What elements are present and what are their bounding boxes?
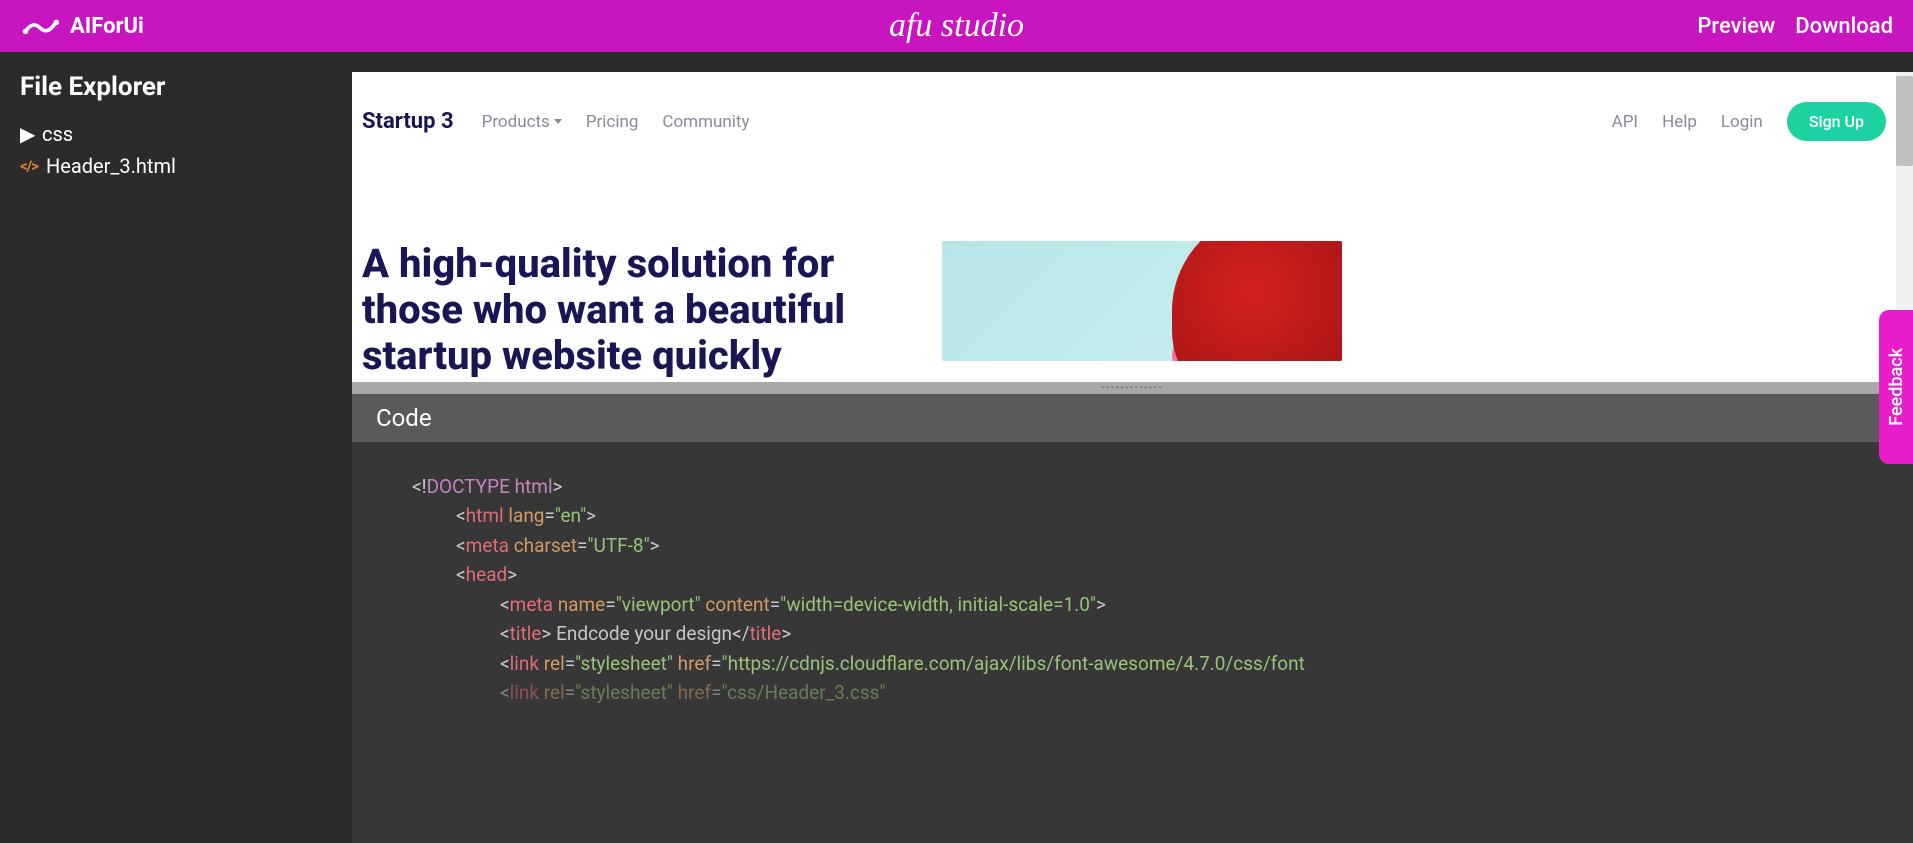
nav-products-label: Products <box>482 112 550 132</box>
logo-icon <box>20 12 60 40</box>
tok: "UTF-8" <box>587 534 649 557</box>
nav-products[interactable]: Products <box>482 112 562 132</box>
chevron-down-icon <box>554 119 562 124</box>
nav-pricing[interactable]: Pricing <box>586 112 639 132</box>
chevron-right-icon: ▶ <box>20 122 34 146</box>
tok: "en" <box>555 504 586 527</box>
tok: link <box>510 681 539 704</box>
preview-brand: Startup 3 <box>362 109 454 134</box>
tok: meta <box>466 534 509 557</box>
tok: "css/Header_3.css" <box>722 681 886 704</box>
html-file-icon: </> <box>20 157 38 175</box>
scrollbar-thumb[interactable] <box>1896 76 1913 166</box>
studio-title: afu studio <box>889 7 1024 45</box>
feedback-label: Feedback <box>1886 348 1907 426</box>
tok: <! <box>412 475 427 498</box>
brand-label[interactable]: AIForUi <box>70 14 144 39</box>
tok: html <box>466 504 504 527</box>
tok: Endcode your design <box>551 622 732 645</box>
topbar-left: AIForUi <box>20 12 144 40</box>
tok: href <box>678 681 711 704</box>
hero-headline: A high-quality solution for those who wa… <box>362 241 902 379</box>
preview-pane: Startup 3 Products Pricing Community API… <box>352 72 1896 382</box>
nav-community[interactable]: Community <box>662 112 749 132</box>
tok: lang <box>508 504 544 527</box>
tok: title <box>750 622 782 645</box>
preview-nav: Startup 3 Products Pricing Community API… <box>352 72 1896 141</box>
tree-file-header3[interactable]: </> Header_3.html <box>20 150 332 182</box>
nav-login[interactable]: Login <box>1721 112 1763 132</box>
tok: name <box>558 593 606 616</box>
signup-button[interactable]: Sign Up <box>1787 102 1886 141</box>
tok: "https://cdnjs.cloudflare.com/ajax/libs/… <box>722 652 1305 675</box>
content-area: Startup 3 Products Pricing Community API… <box>352 52 1913 843</box>
tok: meta <box>510 593 553 616</box>
tok: rel <box>544 681 565 704</box>
tok: href <box>678 652 711 675</box>
preview-button[interactable]: Preview <box>1697 14 1775 39</box>
preview-hero: A high-quality solution for those who wa… <box>352 141 1896 379</box>
tok: link <box>510 652 539 675</box>
topbar-actions: Preview Download <box>1697 14 1893 39</box>
sidebar: File Explorer ▶ css </> Header_3.html <box>0 52 352 843</box>
pane-divider[interactable]: ------------- <box>352 382 1913 394</box>
tok: title <box>510 622 542 645</box>
tok: head <box>466 563 508 586</box>
code-body[interactable]: <!DOCTYPE html> <html lang="en"> <meta c… <box>352 442 1913 843</box>
tok: content <box>705 593 769 616</box>
tree-folder-css[interactable]: ▶ css <box>20 118 332 150</box>
tok: rel <box>544 652 565 675</box>
nav-help[interactable]: Help <box>1662 112 1697 132</box>
nav-api[interactable]: API <box>1612 112 1638 132</box>
tok: "stylesheet" <box>575 652 673 675</box>
tok: > <box>553 475 563 498</box>
feedback-tab[interactable]: Feedback <box>1879 310 1913 464</box>
file-explorer-title: File Explorer <box>20 72 332 102</box>
folder-label: css <box>42 122 73 146</box>
tok: "width=device-width, initial-scale=1.0" <box>780 593 1096 616</box>
tok: charset <box>514 534 577 557</box>
hero-image <box>942 241 1342 361</box>
code-header: Code <box>352 394 1913 442</box>
tok: "viewport" <box>616 593 701 616</box>
tok: DOCTYPE html <box>427 475 553 498</box>
file-label: Header_3.html <box>46 154 176 178</box>
tok: "stylesheet" <box>575 681 673 704</box>
download-button[interactable]: Download <box>1795 14 1893 39</box>
topbar: AIForUi afu studio Preview Download <box>0 0 1913 52</box>
